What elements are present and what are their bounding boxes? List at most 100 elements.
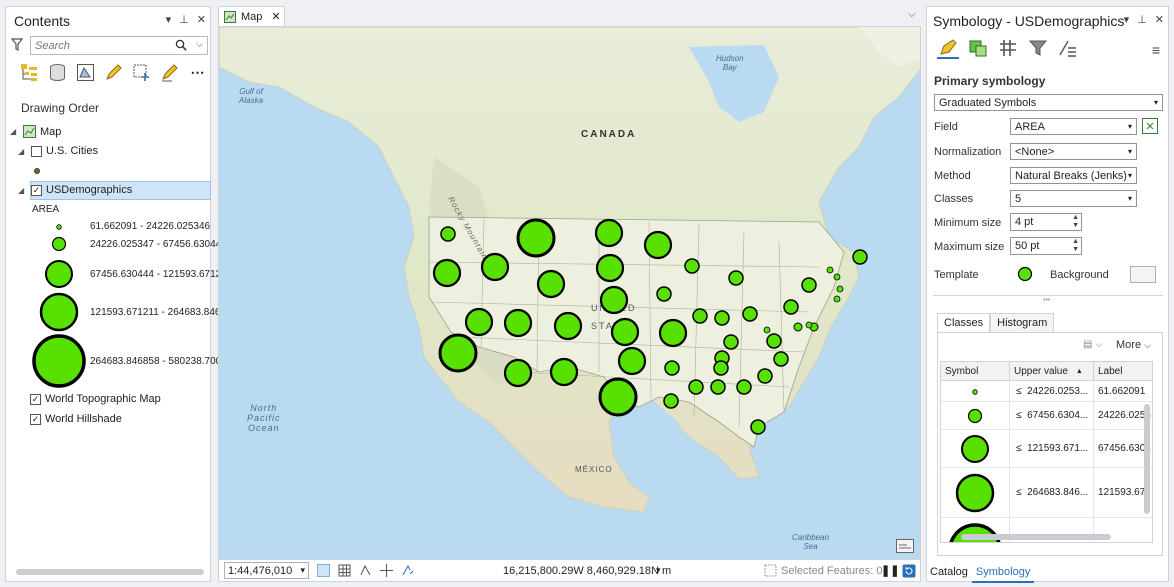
chevron-down-icon[interactable]: ▾ <box>1128 194 1132 203</box>
menu-icon[interactable]: ≡ <box>1152 42 1160 58</box>
refresh-icon[interactable] <box>902 564 916 578</box>
state-symbol[interactable] <box>742 306 758 322</box>
chevron-down-icon[interactable]: ⌵ <box>1144 340 1151 350</box>
state-symbol[interactable] <box>826 266 834 274</box>
snapping-icon[interactable] <box>359 564 372 577</box>
list-by-snapping-icon[interactable] <box>132 63 151 82</box>
tab-symbology[interactable]: Symbology <box>971 563 1035 583</box>
rotation-icon[interactable] <box>401 564 414 577</box>
table-horizontal-scrollbar[interactable] <box>961 534 1111 540</box>
state-symbol[interactable] <box>805 321 813 329</box>
layer-visibility-checkbox[interactable]: ✓ <box>30 413 41 425</box>
state-symbol[interactable] <box>516 218 556 258</box>
state-symbol[interactable] <box>599 285 629 315</box>
primary-symbology-icon[interactable] <box>937 37 959 59</box>
list-by-data-source-icon[interactable] <box>48 63 67 82</box>
collapse-caret-icon[interactable]: ◢ <box>18 186 27 195</box>
state-symbol[interactable] <box>440 226 456 242</box>
chevron-down-icon[interactable]: ▾ <box>166 13 172 26</box>
close-icon[interactable]: ✕ <box>197 13 206 26</box>
tree-item-map[interactable]: ◢ Map <box>10 125 61 138</box>
classes-select[interactable]: 5 ▾ <box>1010 190 1137 207</box>
state-symbol[interactable] <box>536 269 566 299</box>
list-by-drawing-order-icon[interactable] <box>20 63 39 82</box>
sort-up-icon[interactable]: ▲ <box>1076 368 1083 375</box>
chevron-down-icon[interactable]: ▾ <box>1124 13 1130 26</box>
tree-item-us-cities[interactable]: ◢ U.S. Cities <box>18 145 98 157</box>
state-symbol[interactable] <box>836 285 844 293</box>
method-select[interactable]: Natural Breaks (Jenks) ▾ <box>1010 167 1137 184</box>
grid-icon[interactable] <box>338 564 351 577</box>
tree-item-usdemographics[interactable]: ◢ ✓ USDemographics <box>18 184 132 196</box>
chevron-down-icon[interactable]: ▾ <box>1128 147 1132 156</box>
state-symbol[interactable] <box>833 295 841 303</box>
vary-symbology-icon[interactable] <box>967 37 989 59</box>
display-filters-icon[interactable] <box>1057 37 1079 59</box>
layer-visibility-checkbox[interactable]: ✓ <box>31 184 42 196</box>
pin-icon[interactable]: ⊥ <box>1137 13 1147 26</box>
scale-selector[interactable]: 1:44,476,010 ▾ <box>224 562 309 579</box>
table-row[interactable]: ≤ 264683.846... 121593.67 <box>941 468 1152 518</box>
state-symbol[interactable] <box>723 334 739 350</box>
horizontal-scrollbar[interactable] <box>16 569 204 575</box>
close-icon[interactable]: ✕ <box>1155 13 1164 26</box>
state-symbol[interactable] <box>783 299 799 315</box>
chevron-down-icon[interactable]: ▾ <box>1128 122 1132 131</box>
symbology-type-select[interactable]: Graduated Symbols ▾ <box>934 94 1163 111</box>
chevron-down-icon[interactable]: ▾ <box>1128 171 1132 180</box>
table-row[interactable]: ≤ 24226.0253... 61.662091 <box>941 382 1152 402</box>
symbol-layer-drawing-icon[interactable] <box>997 37 1019 59</box>
field-select[interactable]: AREA ▾ <box>1010 118 1137 135</box>
layer-visibility-checkbox[interactable]: ✓ <box>30 393 41 405</box>
state-symbol[interactable] <box>594 218 624 248</box>
state-symbol[interactable] <box>713 360 729 376</box>
state-symbol[interactable] <box>757 368 773 384</box>
background-color-swatch[interactable] <box>1130 266 1156 283</box>
state-symbol[interactable] <box>553 311 583 341</box>
state-symbol[interactable] <box>549 357 579 387</box>
state-symbol[interactable] <box>710 379 726 395</box>
state-symbol[interactable] <box>464 307 494 337</box>
max-size-input[interactable]: 50 pt ▲ ▼ <box>1010 237 1082 255</box>
stepper-arrows-icon[interactable]: ▲ ▼ <box>1072 238 1079 254</box>
chevron-down-icon[interactable]: ▾ <box>656 565 661 576</box>
table-row[interactable]: ≤ 67456.6304... 24226.0253 <box>941 402 1152 430</box>
filter-icon[interactable] <box>1027 37 1049 59</box>
more-options-icon[interactable]: ⋯ <box>188 63 207 82</box>
filter-icon[interactable] <box>11 38 23 51</box>
state-symbol[interactable] <box>763 326 771 334</box>
tab-overflow-chevron-icon[interactable]: ⌵ <box>908 9 916 20</box>
search-input[interactable] <box>31 37 171 54</box>
crosshair-icon[interactable] <box>380 564 393 577</box>
state-symbol[interactable] <box>728 270 744 286</box>
map-overview-icon[interactable] <box>896 539 914 553</box>
state-symbol[interactable] <box>595 253 625 283</box>
fixed-zoom-icon[interactable] <box>317 564 330 577</box>
contents-search[interactable]: ⌵ <box>30 36 208 55</box>
col-upper-header[interactable]: Upper value ▲ <box>1010 362 1094 381</box>
search-icon[interactable] <box>175 39 187 51</box>
list-by-editing-icon[interactable] <box>104 63 123 82</box>
tree-item-world-topo[interactable]: ✓ World Topographic Map <box>30 393 161 405</box>
state-symbol[interactable] <box>688 379 704 395</box>
state-symbol[interactable] <box>750 419 766 435</box>
list-by-selection-icon[interactable] <box>76 63 95 82</box>
state-symbol[interactable] <box>480 252 510 282</box>
list-view-icon[interactable]: ▤ ⌵ <box>1083 339 1103 350</box>
state-symbol[interactable] <box>852 249 868 265</box>
state-symbol[interactable] <box>663 393 679 409</box>
state-symbol[interactable] <box>658 318 688 348</box>
state-symbol[interactable] <box>793 322 803 332</box>
table-row[interactable]: ≤ 121593.671... 67456.6304 <box>941 430 1152 468</box>
col-label-header[interactable]: Label <box>1094 362 1152 381</box>
state-symbol[interactable] <box>503 308 533 338</box>
state-symbol[interactable] <box>598 377 638 417</box>
state-symbol[interactable] <box>617 346 647 376</box>
template-symbol[interactable] <box>1017 266 1033 282</box>
more-menu[interactable]: More ⌵ <box>1116 339 1151 351</box>
pause-icon[interactable]: ❚❚ <box>881 564 899 577</box>
state-symbol[interactable] <box>503 358 533 388</box>
tab-classes[interactable]: Classes <box>937 313 991 333</box>
state-symbol[interactable] <box>692 308 708 324</box>
state-symbol[interactable] <box>801 277 817 293</box>
